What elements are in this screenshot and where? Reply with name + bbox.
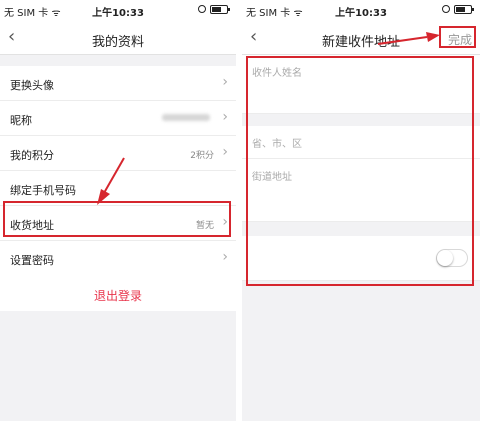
points-value: 2积分 (190, 151, 214, 161)
chevron-right-icon: › (222, 249, 228, 265)
chevron-right-icon: › (222, 109, 228, 125)
row-set-password[interactable]: 设置密码 › (0, 241, 236, 276)
chevron-right-icon: › (222, 74, 228, 90)
new-address-screen: 无 SIM 卡 ᯤ 上午10:33 ‹ 新建收件地址 完成 收件人姓名 省、市、… (242, 0, 480, 421)
logout-button[interactable]: 退出登录 (0, 275, 236, 311)
default-address-row (242, 236, 480, 281)
profile-list: 更换头像 › 昵称 › 我的积分 2积分 › 绑定手机号码 收货地址 暂无 › … (0, 66, 236, 276)
row-label: 我的积分 (10, 149, 54, 162)
status-bar: 无 SIM 卡 ᯤ 上午10:33 (242, 0, 480, 22)
row-label: 昵称 (10, 114, 32, 127)
default-address-toggle[interactable] (436, 249, 468, 267)
toggle-knob (437, 250, 453, 266)
battery-icon (210, 5, 230, 14)
region-placeholder: 省、市、区 (252, 139, 302, 150)
address-value: 暂无 (195, 221, 214, 231)
page-title: 我的资料 (91, 35, 144, 50)
profile-screen: 无 SIM 卡 ᯤ 上午10:33 ‹ 我的资料 更换头像 › 昵称 › 我的积… (0, 0, 236, 421)
recipient-name-field[interactable]: 收件人姓名 (242, 55, 480, 114)
row-points[interactable]: 我的积分 2积分 › (0, 136, 236, 171)
done-button[interactable]: 完成 (448, 31, 472, 48)
blurred-nickname (162, 114, 210, 121)
street-address-field[interactable]: 街道地址 (242, 159, 480, 222)
battery-icon (454, 5, 474, 14)
row-label: 绑定手机号码 (10, 184, 76, 197)
nav-bar: ‹ 我的资料 (0, 22, 236, 55)
logout-label: 退出登录 (93, 289, 142, 303)
nav-bar: ‹ 新建收件地址 完成 (242, 22, 480, 55)
recipient-name-placeholder: 收件人姓名 (252, 68, 302, 79)
row-nickname[interactable]: 昵称 › (0, 101, 236, 136)
row-shipping-address[interactable]: 收货地址 暂无 › (0, 206, 236, 241)
row-label: 收货地址 (10, 219, 54, 232)
row-bind-phone[interactable]: 绑定手机号码 (0, 171, 236, 206)
page-title: 新建收件地址 (321, 35, 400, 50)
rotation-lock-icon (198, 5, 206, 13)
rotation-lock-icon (442, 5, 450, 13)
row-label: 设置密码 (10, 254, 54, 267)
row-change-avatar[interactable]: 更换头像 › (0, 66, 236, 101)
chevron-right-icon: › (222, 144, 228, 160)
status-bar: 无 SIM 卡 ᯤ 上午10:33 (0, 0, 236, 22)
address-form: 收件人姓名 省、市、区 街道地址 (242, 55, 480, 281)
chevron-right-icon: › (222, 214, 228, 230)
row-label: 更换头像 (10, 79, 54, 92)
region-field[interactable]: 省、市、区 (242, 126, 480, 159)
street-address-placeholder: 街道地址 (252, 172, 292, 183)
